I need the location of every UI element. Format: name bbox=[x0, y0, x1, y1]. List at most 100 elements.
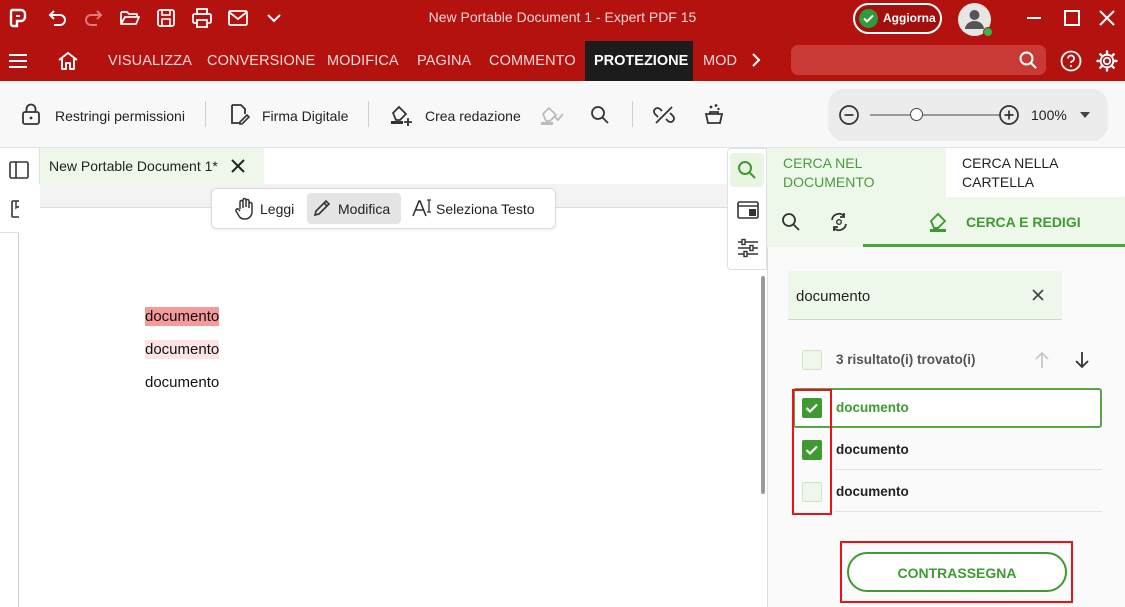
edit-mode-label: Modifica bbox=[338, 201, 391, 217]
tab-search-document[interactable]: CERCA NEL DOCUMENTO bbox=[767, 148, 946, 197]
zoom-out-icon[interactable] bbox=[838, 104, 860, 126]
results-count: 3 risultato(i) trovato(i) bbox=[836, 352, 976, 367]
lock-icon bbox=[20, 102, 42, 126]
result-label: documento bbox=[836, 400, 909, 415]
minimize-icon[interactable] bbox=[1022, 6, 1046, 30]
checkbox-highlight-annotation bbox=[792, 389, 832, 515]
select-text-mode-label: Seleziona Testo bbox=[436, 201, 535, 217]
redaction-eraser-icon bbox=[927, 209, 951, 233]
panel-subtabs: CERCA E REDIGI bbox=[767, 197, 1125, 247]
window-panel-icon[interactable] bbox=[737, 201, 759, 219]
create-redaction-button[interactable]: Crea redazione bbox=[425, 108, 521, 124]
simple-search-icon[interactable] bbox=[781, 212, 801, 232]
print-icon[interactable] bbox=[190, 6, 214, 30]
pencil-icon bbox=[312, 198, 332, 218]
tab-search-folder-label: CERCA NELLA CARTELLA bbox=[962, 155, 1058, 190]
close-window-icon[interactable] bbox=[1095, 6, 1119, 30]
tab-protezione[interactable]: PROTEZIONE bbox=[585, 41, 693, 81]
text-cursor-icon bbox=[411, 197, 433, 219]
restrict-permissions-button[interactable]: Restringi permissioni bbox=[55, 108, 185, 124]
read-mode-label: Leggi bbox=[260, 201, 295, 217]
check-circle-icon bbox=[859, 9, 878, 28]
result-label: documento bbox=[836, 484, 909, 499]
toolbar-divider bbox=[205, 101, 206, 127]
search-result-row[interactable]: documento bbox=[793, 472, 1102, 512]
edit-mode-button[interactable]: Modifica bbox=[307, 193, 401, 224]
toolbar-divider bbox=[368, 101, 369, 127]
page-edge bbox=[18, 233, 19, 607]
search-result-row[interactable]: documento bbox=[793, 430, 1102, 470]
search-redact-icon[interactable] bbox=[590, 105, 610, 125]
search-result-row[interactable]: documento bbox=[793, 388, 1102, 428]
select-all-checkbox[interactable] bbox=[802, 350, 822, 370]
home-icon[interactable] bbox=[56, 49, 80, 73]
sanitize-document-icon[interactable] bbox=[702, 102, 726, 126]
row-divider bbox=[835, 511, 1102, 512]
document-text-word[interactable]: documento bbox=[145, 373, 220, 392]
clear-search-icon[interactable] bbox=[1031, 288, 1045, 302]
document-text-word[interactable]: documento bbox=[145, 340, 220, 359]
select-text-mode-button[interactable]: Seleziona Testo bbox=[407, 193, 547, 224]
digital-signature-button[interactable]: Firma Digitale bbox=[262, 108, 348, 124]
right-tool-strip bbox=[727, 148, 767, 270]
next-result-icon[interactable] bbox=[1072, 350, 1092, 370]
tab-modifica[interactable]: MODIFICA bbox=[327, 53, 399, 69]
search-input-value: documento bbox=[796, 288, 871, 305]
upgrade-button[interactable]: Aggiorna bbox=[853, 3, 942, 34]
create-redaction-icon bbox=[388, 101, 414, 127]
toolbar-divider bbox=[632, 101, 633, 127]
properties-sliders-icon[interactable] bbox=[737, 238, 759, 258]
redo-icon[interactable] bbox=[82, 6, 106, 30]
zoom-slider-thumb[interactable] bbox=[909, 108, 923, 121]
panel-toggle-icon[interactable] bbox=[9, 161, 29, 179]
upgrade-label: Aggiorna bbox=[883, 11, 936, 25]
open-folder-icon[interactable] bbox=[118, 6, 142, 30]
ribbon-search-input[interactable] bbox=[791, 45, 1046, 75]
save-icon[interactable] bbox=[154, 6, 178, 30]
search-replace-icon[interactable] bbox=[828, 211, 850, 233]
help-icon[interactable] bbox=[1060, 50, 1082, 72]
apply-redaction-icon[interactable] bbox=[539, 102, 565, 126]
zoom-in-icon[interactable] bbox=[998, 104, 1020, 126]
hand-icon bbox=[234, 197, 256, 221]
search-icon bbox=[737, 160, 757, 180]
email-icon[interactable] bbox=[226, 6, 250, 30]
tab-search-folder[interactable]: CERCA NELLA CARTELLA bbox=[946, 148, 1125, 197]
app-logo-icon bbox=[6, 6, 30, 30]
tab-pagina[interactable]: PAGINA bbox=[417, 53, 471, 69]
search-icon bbox=[1018, 50, 1038, 70]
digital-signature-icon bbox=[227, 102, 251, 126]
remove-links-icon[interactable] bbox=[652, 103, 676, 127]
document-canvas[interactable] bbox=[19, 184, 767, 607]
settings-gear-icon[interactable] bbox=[1096, 50, 1118, 72]
tab-mod[interactable]: MOD bbox=[703, 53, 737, 69]
user-avatar[interactable] bbox=[958, 3, 993, 37]
mode-selector: Leggi Modifica Seleziona Testo bbox=[211, 188, 556, 229]
previous-result-icon[interactable] bbox=[1032, 350, 1052, 370]
button-highlight-annotation bbox=[840, 541, 1073, 603]
row-divider bbox=[835, 469, 1102, 470]
zoom-dropdown-icon[interactable] bbox=[1078, 109, 1092, 121]
tab-protezione-label: PROTEZIONE bbox=[594, 53, 689, 69]
window-title: New Portable Document 1 - Expert PDF 15 bbox=[428, 9, 697, 25]
search-panel-toggle[interactable] bbox=[730, 153, 764, 187]
close-tab-icon[interactable] bbox=[230, 158, 246, 174]
zoom-value: 100% bbox=[1031, 107, 1067, 123]
tab-commento[interactable]: COMMENTO bbox=[489, 53, 576, 69]
zoom-slider-track[interactable] bbox=[870, 108, 1000, 121]
chevron-down-icon[interactable] bbox=[262, 6, 286, 30]
document-tab-title: New Portable Document 1* bbox=[49, 158, 218, 174]
chevron-right-icon[interactable] bbox=[746, 50, 766, 70]
tab-visualizza[interactable]: VISUALIZZA bbox=[108, 53, 192, 69]
tab-search-document-label: CERCA NEL DOCUMENTO bbox=[783, 155, 875, 190]
search-input[interactable]: documento bbox=[788, 271, 1062, 320]
search-redact-tab-label[interactable]: CERCA E REDIGI bbox=[966, 214, 1081, 230]
tab-conversione[interactable]: CONVERSIONE bbox=[207, 53, 315, 69]
document-tab[interactable]: New Portable Document 1* bbox=[40, 148, 264, 184]
maximize-icon[interactable] bbox=[1060, 6, 1084, 30]
vertical-scrollbar[interactable] bbox=[761, 276, 765, 494]
document-text-word[interactable]: documento bbox=[145, 307, 220, 326]
hamburger-menu-icon[interactable] bbox=[7, 51, 29, 71]
undo-icon[interactable] bbox=[45, 6, 69, 30]
zoom-control: 100% bbox=[828, 89, 1108, 141]
